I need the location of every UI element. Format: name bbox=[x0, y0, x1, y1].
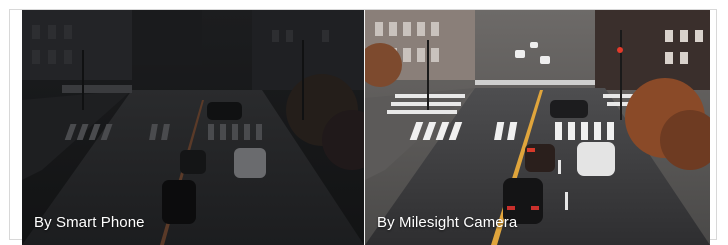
milesight-street-image bbox=[365, 10, 710, 245]
smartphone-photo-panel: By Smart Phone bbox=[22, 10, 364, 245]
smartphone-street-image bbox=[22, 10, 364, 245]
smartphone-caption: By Smart Phone bbox=[34, 214, 145, 231]
milesight-caption: By Milesight Camera bbox=[377, 214, 518, 231]
milesight-photo-panel: By Milesight Camera bbox=[365, 10, 710, 245]
